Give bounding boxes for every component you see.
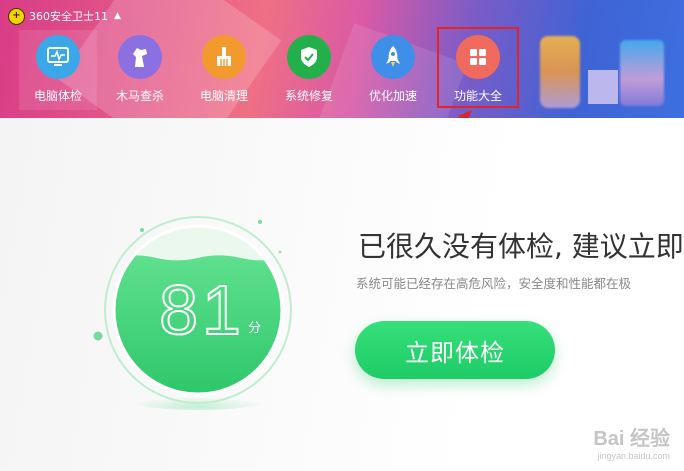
- decor-dot: [258, 220, 262, 224]
- highlight-annotation-box: [437, 27, 519, 108]
- watermark: Bai 经验 jingyan.baidu.com: [593, 422, 670, 461]
- nav-item-optimize[interactable]: 优化加速: [354, 30, 432, 110]
- score-value: 81: [159, 271, 245, 349]
- nav-item-trojan-scan[interactable]: 木马查杀: [101, 30, 179, 110]
- decor-dot: [278, 250, 282, 254]
- nav-item-system-repair[interactable]: 系统修复: [270, 30, 348, 110]
- blurred-region: [588, 70, 618, 104]
- decor-dot: [140, 228, 144, 232]
- status-headline: 已很久没有体检, 建议立即: [358, 230, 684, 263]
- decor-dot: [93, 331, 103, 341]
- nav-label: 木马查杀: [115, 89, 164, 103]
- status-subline: 系统可能已经存在高危风险，安全度和性能都在极: [356, 276, 632, 291]
- watermark-text: Bai 经验: [593, 428, 670, 450]
- app-logo-icon: +: [8, 7, 25, 25]
- health-score-gauge: 81 分: [87, 204, 304, 416]
- nav-label: 优化加速: [368, 89, 417, 103]
- shield-check-icon: [287, 35, 331, 79]
- nav-label: 电脑清理: [199, 89, 248, 103]
- nav-label: 电脑体检: [33, 89, 82, 103]
- header-bar: + 360安全卫士11 ▲ 电脑体检 木马查杀 电脑清理 系统修复 优化加速 功…: [0, 0, 684, 118]
- score-unit: 分: [248, 321, 261, 336]
- broom-icon: [202, 35, 246, 79]
- blurred-nav-item: [540, 36, 580, 108]
- upgrade-arrow-icon[interactable]: ▲: [114, 11, 121, 21]
- horse-icon: [118, 35, 162, 79]
- app-title: 360安全卫士11: [29, 10, 108, 23]
- main-panel: 81 分 已很久没有体检, 建议立即 系统可能已经存在高危风险，安全度和性能都在…: [0, 118, 684, 471]
- nav-label: 系统修复: [284, 89, 333, 103]
- start-check-button[interactable]: 立即体检: [355, 321, 555, 379]
- rocket-icon: [371, 35, 415, 79]
- nav-item-computer-clean[interactable]: 电脑清理: [185, 30, 263, 110]
- title-bar: + 360安全卫士11 ▲: [8, 7, 121, 25]
- watermark-sub: jingyan.baidu.com: [597, 451, 670, 461]
- monitor-icon: [36, 35, 80, 79]
- nav-item-computer-check[interactable]: 电脑体检: [19, 30, 97, 110]
- blurred-nav-item: [620, 40, 664, 106]
